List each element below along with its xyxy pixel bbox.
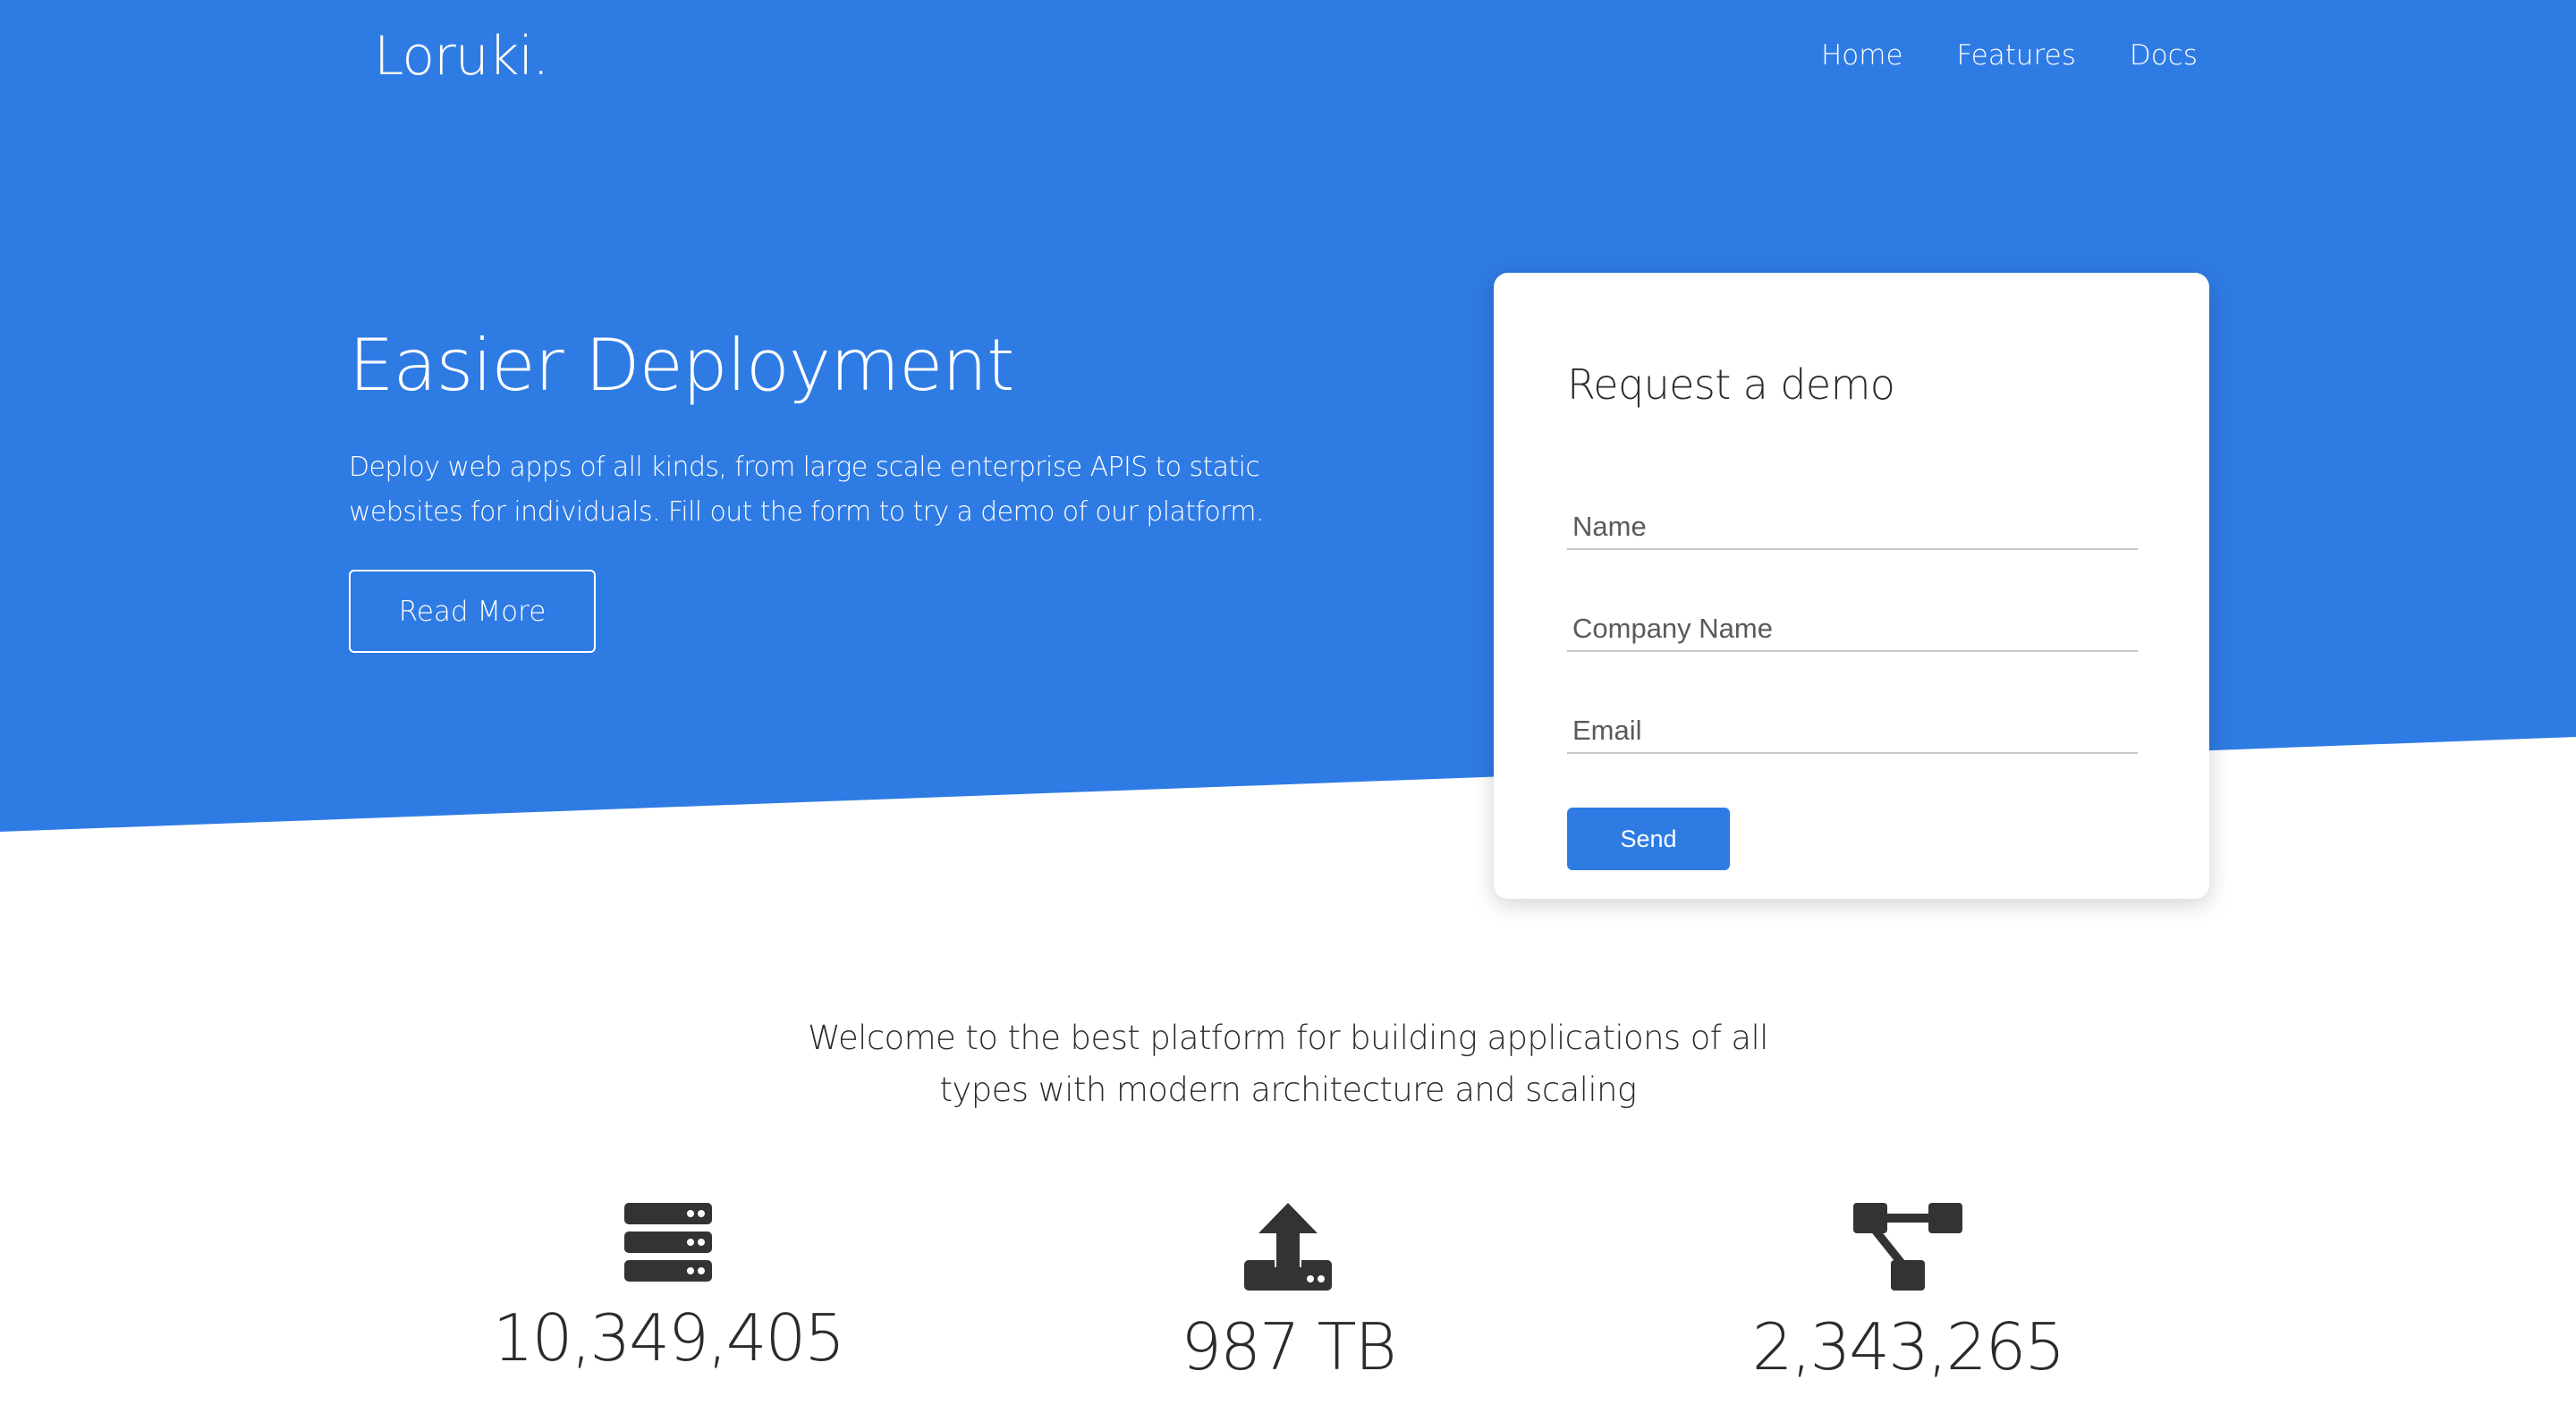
send-button[interactable]: Send [1567,808,1730,870]
stat-value: 2,343,265 [1751,1309,2065,1384]
read-more-button[interactable]: Read More [349,570,596,653]
stat-value: 987 TB [1181,1309,1396,1384]
stat-storage: 987 TB [1020,1203,1556,1387]
stat-servers: 10,349,405 [400,1203,936,1378]
email-input[interactable] [1567,700,2138,754]
welcome-line-2: types with modern architecture and scali… [939,1071,1638,1109]
main-nav: Home Features Docs [1821,39,2198,72]
demo-form-title: Request a demo [1567,360,1895,409]
upload-icon [1244,1203,1332,1291]
hero-description: Deploy web apps of all kinds, from large… [349,452,1264,528]
stat-projects: 2,343,265 [1640,1203,2176,1387]
hero-title: Easier Deployment [349,324,1014,407]
server-icon [624,1203,712,1282]
welcome-text: Welcome to the best platform for buildin… [0,1012,2576,1116]
brand-logo[interactable]: Loruki. [374,25,549,88]
nav-home-link[interactable]: Home [1821,39,1903,72]
project-diagram-icon [1853,1203,1962,1291]
demo-request-card: Request a demo Send [1494,273,2209,899]
nav-features-link[interactable]: Features [1957,39,2076,72]
company-name-input[interactable] [1567,598,2138,652]
nav-docs-link[interactable]: Docs [2130,39,2198,72]
welcome-line-1: Welcome to the best platform for buildin… [808,1019,1768,1057]
stat-value: 10,349,405 [492,1300,845,1375]
name-input[interactable] [1567,496,2138,550]
